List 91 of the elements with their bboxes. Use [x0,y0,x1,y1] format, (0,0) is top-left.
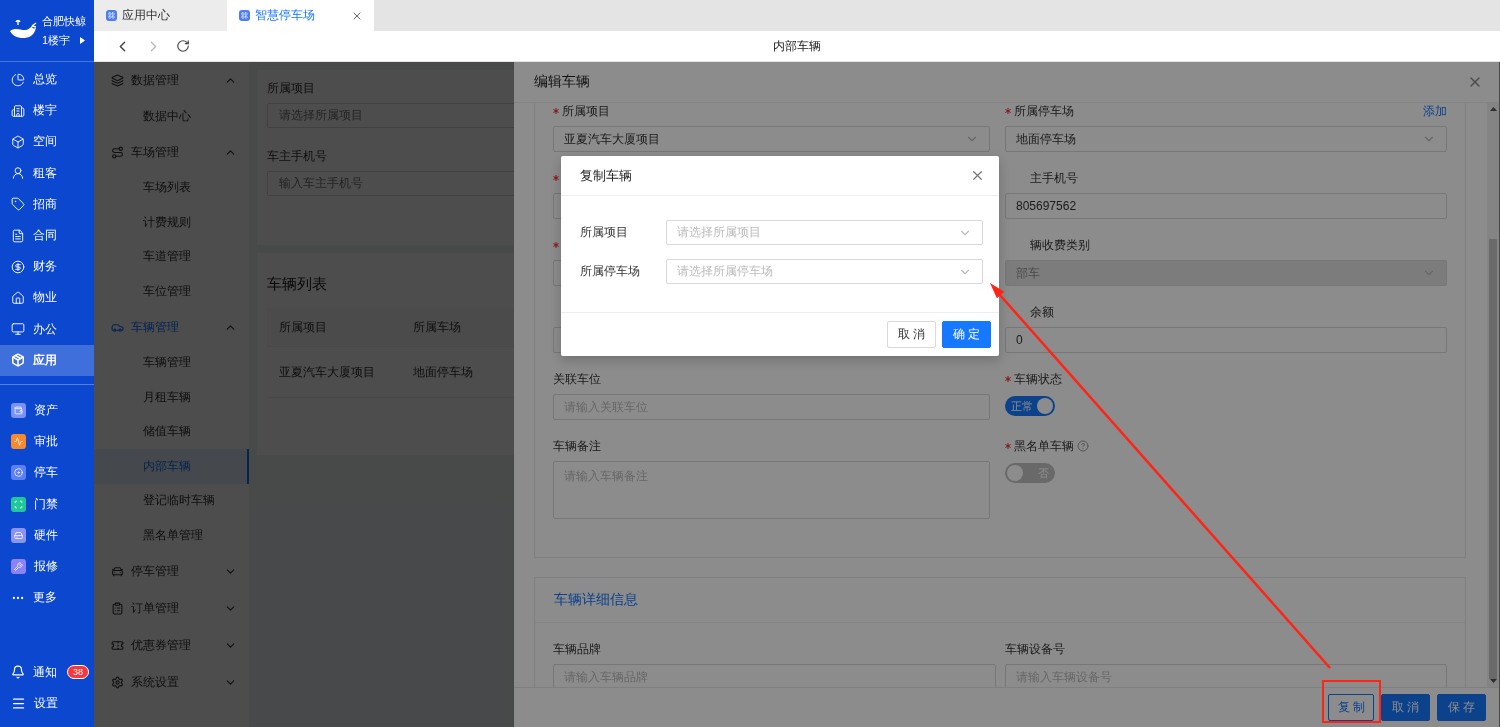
notice-item[interactable]: 通知 38 [0,656,94,688]
org-name: 合肥快鲸 [42,13,86,29]
settings-item[interactable]: 设置 [0,687,94,719]
select-field[interactable]: 亚夏汽车大厦项目 [553,126,990,152]
document-icon [11,228,25,243]
filter-label: 所属项目 [267,80,315,96]
table-cell-text: 亚夏汽车大厦项目 [278,363,376,381]
highlight-frame [1322,680,1381,723]
monitor-icon [11,322,25,337]
house-icon [11,290,25,305]
field-label: 辆收费类别 [1029,236,1090,254]
settings-icon [111,675,124,689]
field-label: 关联车位 [553,370,601,388]
field-label: 车辆设备号 [1005,640,1065,658]
bell-icon [11,665,25,680]
dialog-title: 复制车辆 [580,166,633,185]
app-item[interactable]: 资产 [0,394,94,427]
app-tab-icon [239,10,250,21]
app-item[interactable]: 门禁 [0,488,94,520]
select-field[interactable]: 地面停车场 [1005,126,1447,152]
field-label: 所属项目 [562,103,610,120]
clipboard-icon [111,601,124,615]
road-icon [111,145,124,159]
primary-button[interactable]: 确定 [942,321,991,348]
field-label: 余额 [1029,303,1054,321]
refresh-button[interactable] [176,39,190,53]
tab[interactable]: 应用中心 [94,0,227,31]
building-switcher[interactable]: 1楼宇 [42,32,71,48]
package-icon [11,353,25,368]
refresh-icon [176,39,190,53]
scroll-up-icon[interactable] [1489,107,1497,111]
field-label: 黑名单车辆 [1014,437,1074,455]
default-button[interactable]: 复制 [1328,694,1374,721]
field-label: 车辆备注 [553,437,601,455]
app-item[interactable]: 停车 [0,457,94,489]
toggle-switch[interactable]: 正常 [1005,396,1055,416]
app-item[interactable]: 硬件 [0,519,94,551]
nav-item[interactable]: 物业 [0,282,94,314]
user-icon [11,166,25,181]
field-label: 车辆状态 [1014,370,1062,388]
caret-icon [80,36,86,44]
tab[interactable]: 智慧停车场 [227,0,374,31]
primary-button[interactable]: 保存 [1437,694,1486,721]
layers-icon [111,74,124,87]
field-label: 所属项目 [580,224,629,241]
app-item[interactable]: 报修 [0,550,94,582]
select-field[interactable]: 请选择所属停车场 [666,259,983,284]
nav-item[interactable]: 应用 [0,344,94,376]
chart-icon [11,72,25,87]
menu-item[interactable]: 登记临时车辆 [94,483,249,518]
page-title: 内部车辆 [773,37,821,55]
nav-item[interactable]: 办公 [0,313,94,345]
tag-icon [11,197,25,212]
menu-item[interactable]: 储值车辆 [94,414,249,449]
field-label: 车辆品牌 [553,640,601,658]
close-icon[interactable] [970,168,985,183]
add-link[interactable]: 添加 [1423,103,1447,120]
nav-item[interactable]: 总览 [0,64,94,96]
nav-item[interactable]: 租客 [0,157,94,189]
scrollbar-thumb[interactable] [1489,239,1497,679]
nav-item[interactable]: 空间 [0,126,94,158]
building-icon [11,103,25,118]
menu-item[interactable]: 月租车辆 [94,380,249,415]
input-field[interactable]: 805697562 [1005,193,1447,219]
nav-item[interactable]: 楼宇 [0,95,94,127]
car-icon [111,564,124,578]
table-cell-text: 地面停车场 [412,363,474,381]
coin-icon [11,259,25,274]
more-item[interactable]: 更多 [0,582,94,614]
count-badge: 38 [67,665,89,680]
list-title: 车辆列表 [267,275,328,293]
select-field[interactable]: 请选择所属项目 [666,220,983,245]
app-tab-icon [106,10,117,21]
section-title: 车辆详细信息 [554,591,638,609]
nav-item[interactable]: 招商 [0,188,94,220]
ticket-icon [111,638,124,652]
primary-button[interactable]: 取消 [1381,694,1430,721]
cube-icon [11,134,25,149]
drawer-title: 编辑车辆 [534,73,591,91]
field-label: 所属停车场 [580,263,641,280]
menu-item[interactable]: 计费规则 [94,205,249,240]
nav-item[interactable]: 财务 [0,251,94,283]
menu-item[interactable]: 车场列表 [94,170,249,205]
field-label: 所属停车场 [1014,103,1074,120]
nav-item[interactable]: 合同 [0,219,94,252]
input-field[interactable]: 0 [1005,327,1447,353]
field-label: 主手机号 [1029,169,1078,187]
app-item[interactable]: 审批 [0,426,94,458]
menu-group[interactable]: 车辆管理 [94,308,249,346]
default-button[interactable]: 取消 [887,321,936,348]
menu-icon [11,695,26,711]
